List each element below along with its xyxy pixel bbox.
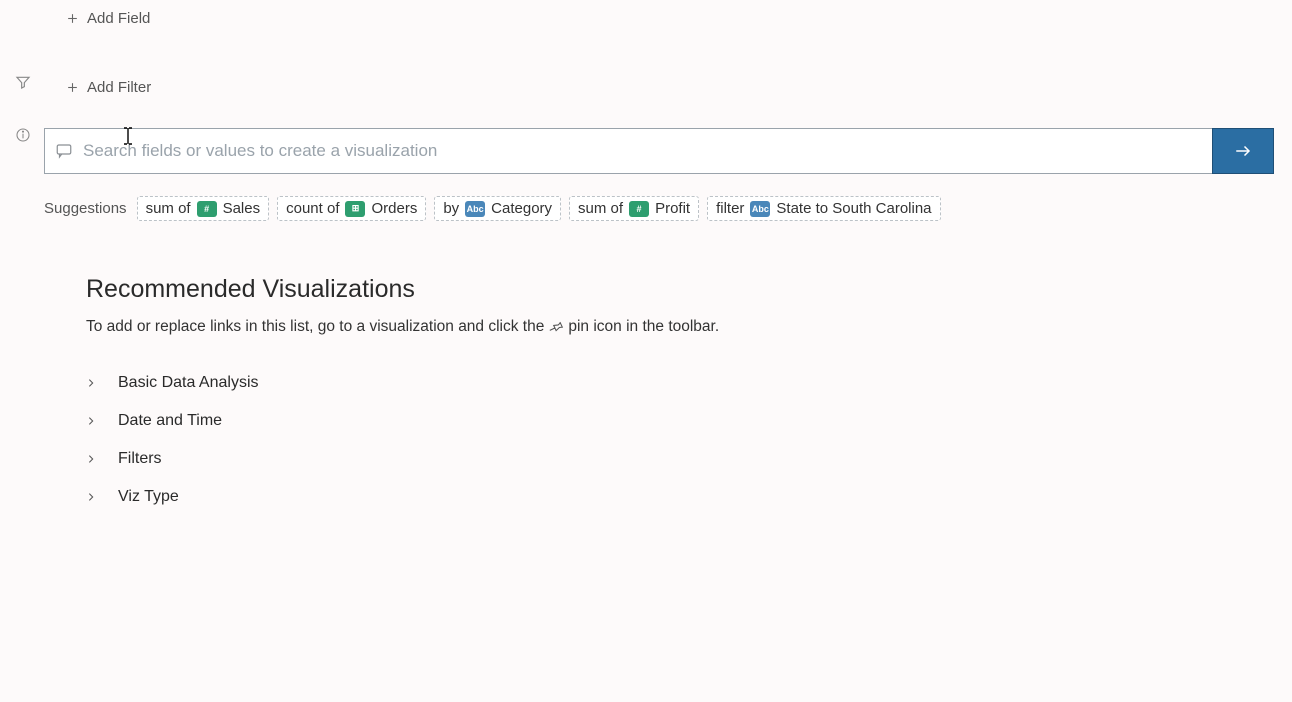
- suggestion-pill[interactable]: count of ⊞ Orders: [277, 196, 426, 221]
- main-content: Add Field Add Filter Suggestions: [44, 0, 1292, 516]
- search-input[interactable]: [83, 141, 1202, 161]
- filter-icon: [14, 73, 32, 91]
- recommended-item[interactable]: Basic Data Analysis: [86, 364, 1274, 402]
- left-rail: [0, 0, 44, 702]
- suggestions-label: Suggestions: [44, 200, 127, 217]
- suggestion-pill[interactable]: by Abc Category: [434, 196, 561, 221]
- suggestion-pill[interactable]: filter Abc State to South Carolina: [707, 196, 940, 221]
- submit-button[interactable]: [1212, 128, 1274, 174]
- recommended-title: Recommended Visualizations: [86, 275, 1274, 304]
- chat-icon: [55, 142, 73, 160]
- recommended-list: Basic Data Analysis Date and Time Filter…: [86, 364, 1274, 516]
- recommended-item[interactable]: Date and Time: [86, 402, 1274, 440]
- table-icon: ⊞: [345, 201, 365, 217]
- recommended-block: Recommended Visualizations To add or rep…: [44, 275, 1274, 516]
- add-field-button[interactable]: Add Field: [44, 10, 1274, 27]
- search-box[interactable]: [44, 128, 1213, 174]
- chevron-right-icon: [86, 378, 100, 388]
- suggestion-pill[interactable]: sum of # Profit: [569, 196, 699, 221]
- pin-icon: [548, 319, 564, 335]
- add-filter-button[interactable]: Add Filter: [44, 79, 1274, 96]
- dimension-icon: Abc: [750, 201, 770, 217]
- search-row: [44, 128, 1274, 174]
- suggestions-row: Suggestions sum of # Sales count of ⊞ Or…: [44, 196, 1274, 221]
- plus-icon: [66, 12, 79, 25]
- info-icon[interactable]: [14, 126, 32, 144]
- measure-icon: #: [197, 201, 217, 217]
- recommended-item: Viz Type: [86, 478, 1274, 516]
- recommended-item-label: Filters: [118, 450, 162, 468]
- recommended-item-label: Basic Data Analysis: [118, 374, 259, 392]
- add-filter-label: Add Filter: [87, 79, 151, 96]
- chevron-right-icon: [86, 492, 100, 502]
- recommended-item[interactable]: Filters: [86, 440, 1274, 478]
- dimension-icon: Abc: [465, 201, 485, 217]
- chevron-right-icon: [86, 416, 100, 426]
- add-field-label: Add Field: [87, 10, 150, 27]
- chevron-right-icon: [86, 454, 100, 464]
- recommended-item-label: Viz Type: [118, 488, 179, 506]
- recommended-desc: To add or replace links in this list, go…: [86, 318, 1274, 336]
- plus-icon: [66, 81, 79, 94]
- suggestion-pill[interactable]: sum of # Sales: [137, 196, 270, 221]
- measure-icon: #: [629, 201, 649, 217]
- recommended-item-label: Date and Time: [118, 412, 222, 430]
